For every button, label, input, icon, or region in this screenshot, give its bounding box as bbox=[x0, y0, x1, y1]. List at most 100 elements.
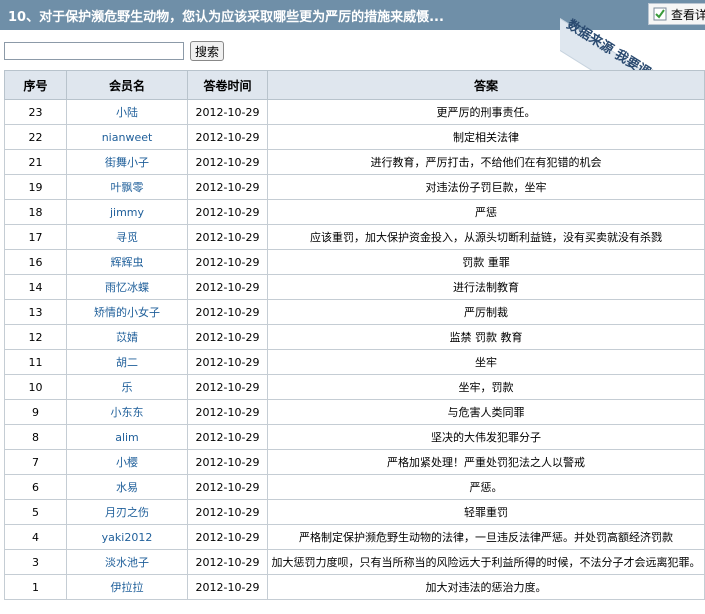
member-link[interactable]: 矫情的小女子 bbox=[66, 299, 188, 325]
member-link[interactable]: 小樱 bbox=[66, 449, 188, 475]
column-header-member: 会员名 bbox=[66, 70, 188, 100]
answer-text: 更严厉的刑事责任。 bbox=[267, 99, 705, 125]
answer-text: 加大对违法的惩治力度。 bbox=[267, 574, 705, 600]
column-header-answer: 答案 bbox=[267, 70, 705, 100]
member-link[interactable]: 淡水池子 bbox=[66, 549, 188, 575]
table-header-row: 序号 会员名 答卷时间 答案 bbox=[4, 70, 705, 100]
member-link[interactable]: 伊拉拉 bbox=[66, 574, 188, 600]
row-id: 13 bbox=[4, 299, 67, 325]
row-id: 4 bbox=[4, 524, 67, 550]
table-row: 6 水易 2012-10-29 严惩。 bbox=[4, 474, 705, 500]
member-link[interactable]: nianweet bbox=[66, 124, 188, 150]
column-header-id: 序号 bbox=[4, 70, 67, 100]
answer-text: 严格制定保护濒危野生动物的法律，一旦违反法律严惩。并处罚高额经济罚款 bbox=[267, 524, 705, 550]
row-id: 17 bbox=[4, 224, 67, 250]
answer-text: 严格加紧处理！严重处罚犯法之人以警戒 bbox=[267, 449, 705, 475]
answer-time: 2012-10-29 bbox=[187, 299, 268, 325]
answer-text: 进行教育，严厉打击，不给他们在有犯错的机会 bbox=[267, 149, 705, 175]
answer-text: 轻罪重罚 bbox=[267, 499, 705, 525]
row-id: 21 bbox=[4, 149, 67, 175]
answer-time: 2012-10-29 bbox=[187, 499, 268, 525]
row-id: 10 bbox=[4, 374, 67, 400]
member-link[interactable]: 乐 bbox=[66, 374, 188, 400]
row-id: 22 bbox=[4, 124, 67, 150]
view-details-button[interactable]: 查看详 bbox=[648, 3, 705, 25]
answer-text: 罚款 重罪 bbox=[267, 249, 705, 275]
row-id: 11 bbox=[4, 349, 67, 375]
member-link[interactable]: alim bbox=[66, 424, 188, 450]
answer-time: 2012-10-29 bbox=[187, 149, 268, 175]
table-row: 12 苡婧 2012-10-29 监禁 罚款 教育 bbox=[4, 324, 705, 350]
answer-time: 2012-10-29 bbox=[187, 324, 268, 350]
answer-time: 2012-10-29 bbox=[187, 174, 268, 200]
member-link[interactable]: yaki2012 bbox=[66, 524, 188, 550]
member-link[interactable]: 雨忆冰蝶 bbox=[66, 274, 188, 300]
answer-text: 严惩。 bbox=[267, 474, 705, 500]
answer-time: 2012-10-29 bbox=[187, 574, 268, 600]
answer-time: 2012-10-29 bbox=[187, 274, 268, 300]
table-row: 18 jimmy 2012-10-29 严惩 bbox=[4, 199, 705, 225]
member-link[interactable]: 小东东 bbox=[66, 399, 188, 425]
answer-text: 严惩 bbox=[267, 199, 705, 225]
table-row: 21 街舞小子 2012-10-29 进行教育，严厉打击，不给他们在有犯错的机会 bbox=[4, 149, 705, 175]
answer-time: 2012-10-29 bbox=[187, 399, 268, 425]
member-link[interactable]: 街舞小子 bbox=[66, 149, 188, 175]
search-bar: 搜索 bbox=[4, 41, 225, 61]
answer-text: 坐牢，罚款 bbox=[267, 374, 705, 400]
member-link[interactable]: 水易 bbox=[66, 474, 188, 500]
answer-text: 坚决的大伟发犯罪分子 bbox=[267, 424, 705, 450]
answer-time: 2012-10-29 bbox=[187, 199, 268, 225]
member-link[interactable]: 月刃之伤 bbox=[66, 499, 188, 525]
row-id: 16 bbox=[4, 249, 67, 275]
view-details-label: 查看详 bbox=[671, 7, 705, 22]
column-header-time: 答卷时间 bbox=[187, 70, 268, 100]
table-row: 5 月刃之伤 2012-10-29 轻罪重罚 bbox=[4, 499, 705, 525]
answers-table: 序号 会员名 答卷时间 答案 23 小陆 2012-10-29 更严厉的刑事责任。 2… bbox=[4, 70, 705, 600]
row-id: 8 bbox=[4, 424, 67, 450]
answer-text: 应该重罚，加大保护资金投入，从源头切断利益链，没有买卖就没有杀戮 bbox=[267, 224, 705, 250]
member-link[interactable]: 叶飘零 bbox=[66, 174, 188, 200]
question-header: 10、对于保护濒危野生动物，您认为应该采取哪些更为严厉的措施来威慑... bbox=[0, 0, 705, 30]
table-row: 14 雨忆冰蝶 2012-10-29 进行法制教育 bbox=[4, 274, 705, 300]
answer-text: 严厉制裁 bbox=[267, 299, 705, 325]
answer-time: 2012-10-29 bbox=[187, 524, 268, 550]
table-row: 4 yaki2012 2012-10-29 严格制定保护濒危野生动物的法律，一旦违反法… bbox=[4, 524, 705, 550]
table-row: 9 小东东 2012-10-29 与危害人类同罪 bbox=[4, 399, 705, 425]
answer-time: 2012-10-29 bbox=[187, 124, 268, 150]
answer-time: 2012-10-29 bbox=[187, 374, 268, 400]
row-id: 9 bbox=[4, 399, 67, 425]
table-row: 22 nianweet 2012-10-29 制定相关法律 bbox=[4, 124, 705, 150]
member-link[interactable]: 苡婧 bbox=[66, 324, 188, 350]
row-id: 23 bbox=[4, 99, 67, 125]
row-id: 5 bbox=[4, 499, 67, 525]
question-title: 10、对于保护濒危野生动物，您认为应该采取哪些更为严厉的措施来威慑... bbox=[8, 10, 444, 25]
row-id: 3 bbox=[4, 549, 67, 575]
table-row: 10 乐 2012-10-29 坐牢，罚款 bbox=[4, 374, 705, 400]
answer-time: 2012-10-29 bbox=[187, 99, 268, 125]
table-row: 8 alim 2012-10-29 坚决的大伟发犯罪分子 bbox=[4, 424, 705, 450]
table-row: 16 辉辉虫 2012-10-29 罚款 重罪 bbox=[4, 249, 705, 275]
search-button[interactable]: 搜索 bbox=[190, 41, 225, 61]
answer-text: 进行法制教育 bbox=[267, 274, 705, 300]
answer-time: 2012-10-29 bbox=[187, 474, 268, 500]
answer-time: 2012-10-29 bbox=[187, 549, 268, 575]
answer-text: 坐牢 bbox=[267, 349, 705, 375]
row-id: 14 bbox=[4, 274, 67, 300]
row-id: 12 bbox=[4, 324, 67, 350]
search-input[interactable] bbox=[4, 42, 184, 60]
member-link[interactable]: 寻觅 bbox=[66, 224, 188, 250]
table-row: 1 伊拉拉 2012-10-29 加大对违法的惩治力度。 bbox=[4, 574, 705, 600]
member-link[interactable]: 辉辉虫 bbox=[66, 249, 188, 275]
member-link[interactable]: jimmy bbox=[66, 199, 188, 225]
row-id: 6 bbox=[4, 474, 67, 500]
table-row: 7 小樱 2012-10-29 严格加紧处理！严重处罚犯法之人以警戒 bbox=[4, 449, 705, 475]
table-row: 23 小陆 2012-10-29 更严厉的刑事责任。 bbox=[4, 99, 705, 125]
member-link[interactable]: 小陆 bbox=[66, 99, 188, 125]
answer-time: 2012-10-29 bbox=[187, 424, 268, 450]
answer-time: 2012-10-29 bbox=[187, 249, 268, 275]
row-id: 19 bbox=[4, 174, 67, 200]
member-link[interactable]: 胡二 bbox=[66, 349, 188, 375]
table-row: 19 叶飘零 2012-10-29 对违法份子罚巨款，坐牢 bbox=[4, 174, 705, 200]
table-row: 11 胡二 2012-10-29 坐牢 bbox=[4, 349, 705, 375]
answer-text: 与危害人类同罪 bbox=[267, 399, 705, 425]
